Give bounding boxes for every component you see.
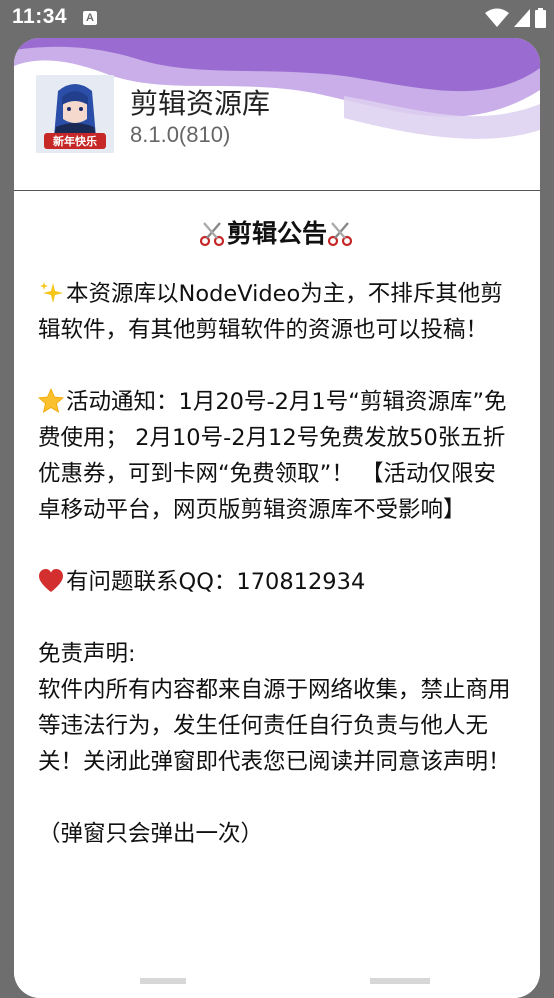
button-label-peek-left xyxy=(140,978,186,984)
scissors-icon xyxy=(199,222,225,247)
intro-text: 本资源库以NodeVideo为主，不排斥其他剪辑软件，有其他剪辑软件的资源也可以… xyxy=(38,281,503,343)
sparkles-icon xyxy=(40,282,63,303)
announcement-dialog: 新年快乐 剪辑资源库 8.1.0(810) 剪辑公告 本资源库以NodeVide… xyxy=(14,38,540,998)
notice-paragraph-activity: 活动通知：1月20号-2月1号“剪辑资源库”免费使用； 2月10号-2月12号免… xyxy=(38,384,516,528)
signal-icon xyxy=(514,9,530,27)
disclaimer-title: 免责声明: xyxy=(38,641,136,667)
header-divider xyxy=(14,190,540,191)
popup-note: （弹窗只会弹出一次） xyxy=(38,821,264,847)
heart-icon xyxy=(39,569,63,592)
anime-girl-icon: 新年快乐 xyxy=(36,75,114,153)
wifi-icon xyxy=(485,8,509,27)
contact-text: 有问题联系QQ：170812934 xyxy=(66,569,366,595)
dialog-button-row-peek xyxy=(14,972,540,998)
disclaimer-body: 软件内所有内容都来自源于网络收集，禁止商用等违法行为，发生任何责任自行负责与他人… xyxy=(38,677,511,775)
status-bar: 11:34 A xyxy=(0,0,554,36)
status-time: 11:34 xyxy=(12,5,68,28)
a-icon: A xyxy=(83,11,97,25)
notice-title: 剪辑公告 xyxy=(14,214,540,250)
notice-paragraph-contact: 有问题联系QQ：170812934 xyxy=(38,564,516,600)
status-icons xyxy=(485,8,546,28)
icon-caption: 新年快乐 xyxy=(53,134,97,148)
battery-icon xyxy=(535,8,546,28)
scissors-icon xyxy=(327,222,353,247)
app-icon: 新年快乐 xyxy=(36,75,114,153)
button-label-peek-right xyxy=(370,978,430,984)
activity-text: 活动通知：1月20号-2月1号“剪辑资源库”免费使用； 2月10号-2月12号免… xyxy=(38,389,507,523)
app-version: 8.1.0(810) xyxy=(130,122,231,147)
notice-body: 本资源库以NodeVideo为主，不排斥其他剪辑软件，有其他剪辑软件的资源也可以… xyxy=(38,276,516,888)
star-icon xyxy=(38,388,64,413)
notice-title-text: 剪辑公告 xyxy=(226,219,327,248)
notice-paragraph-intro: 本资源库以NodeVideo为主，不排斥其他剪辑软件，有其他剪辑软件的资源也可以… xyxy=(38,276,516,348)
app-title: 剪辑资源库 xyxy=(130,87,271,120)
